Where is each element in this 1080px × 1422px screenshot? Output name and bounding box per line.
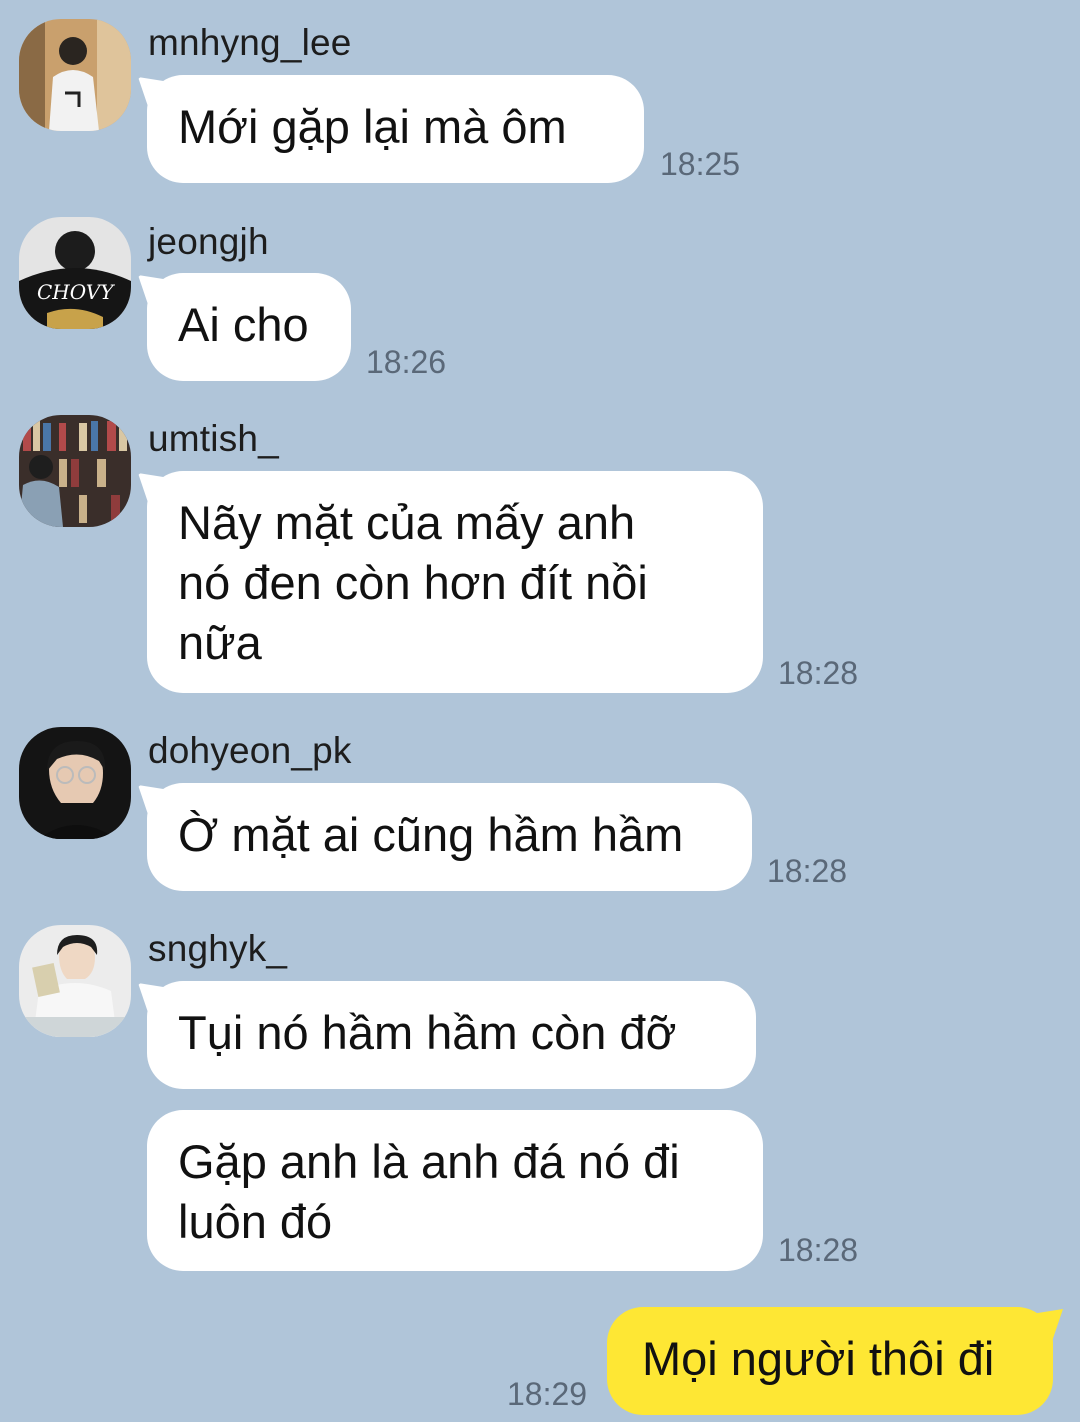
chat-area[interactable]: mnhyng_lee Mới gặp lại mà ôm 18:25 CHOVY… xyxy=(0,0,1080,1422)
avatar[interactable]: CHOVY xyxy=(19,217,131,329)
sender-name: mnhyng_lee xyxy=(148,22,352,63)
message-bubble[interactable]: Nãy mặt của mấy anh nó đen còn hơn đít n… xyxy=(147,471,763,693)
message-time: 18:29 xyxy=(507,1376,588,1412)
message-time: 18:28 xyxy=(778,655,859,691)
avatar[interactable] xyxy=(19,925,131,1037)
message-time: 18:26 xyxy=(366,344,447,380)
sender-name: jeongjh xyxy=(148,221,269,262)
avatar[interactable] xyxy=(19,727,131,839)
message-bubble[interactable]: Mới gặp lại mà ôm xyxy=(147,75,644,183)
message-time: 18:25 xyxy=(660,146,741,182)
message-bubble[interactable]: Tụi nó hầm hầm còn đỡ xyxy=(147,981,756,1089)
message-time: 18:28 xyxy=(778,1232,859,1268)
avatar[interactable] xyxy=(19,415,131,527)
outgoing-message-bubble[interactable]: Mọi người thôi đi xyxy=(607,1307,1053,1415)
avatar[interactable] xyxy=(19,19,131,131)
sender-name: dohyeon_pk xyxy=(148,730,352,771)
message-bubble[interactable]: Ờ mặt ai cũng hầm hầm xyxy=(147,783,752,891)
svg-text:CHOVY: CHOVY xyxy=(37,280,115,304)
sender-name: snghyk_ xyxy=(148,928,288,969)
message-bubble[interactable]: Gặp anh là anh đá nó đi luôn đó xyxy=(147,1110,763,1271)
message-time: 18:28 xyxy=(767,853,848,889)
message-bubble[interactable]: Ai cho xyxy=(147,273,351,381)
sender-name: umtish_ xyxy=(148,418,279,459)
